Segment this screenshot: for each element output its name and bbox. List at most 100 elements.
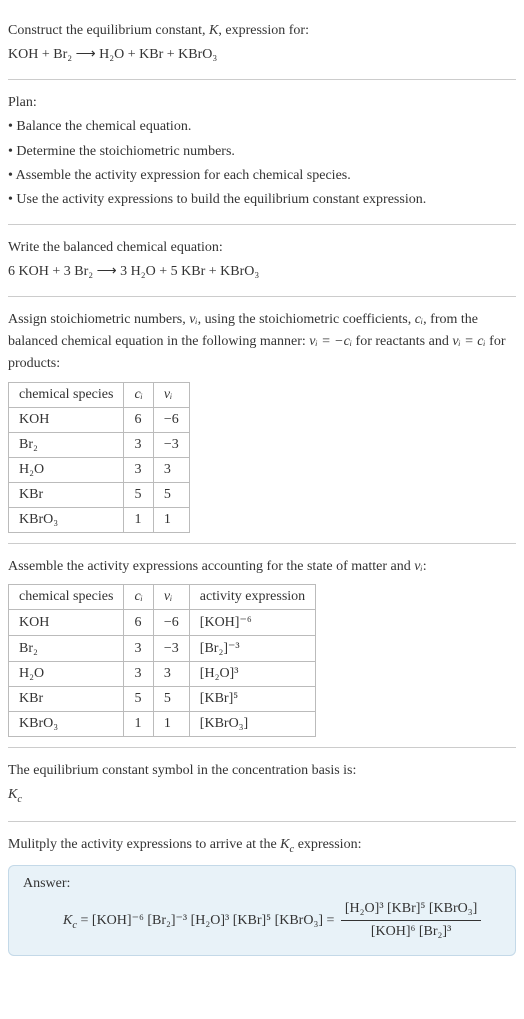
multiply-p1: Mulitply the activity expressions to arr…	[8, 837, 280, 852]
plan-b3: • Assemble the activity expression for e…	[8, 165, 516, 187]
cell-c: 3	[124, 457, 153, 482]
cell-c: 3	[124, 432, 153, 457]
multiply-p2: expression:	[294, 837, 361, 852]
activity-section: Assemble the activity expressions accoun…	[8, 544, 516, 747]
intro-text1b: , expression for:	[218, 23, 309, 38]
activity-p1: Assemble the activity expressions accoun…	[8, 559, 414, 574]
th-ci: cᵢ	[124, 585, 153, 610]
answer-label: Answer:	[23, 876, 501, 892]
plan-b1: • Balance the chemical equation.	[8, 116, 516, 138]
activity-p2: :	[423, 559, 427, 574]
cell-v: −3	[153, 636, 189, 662]
stoich-p2: , using the stoichiometric coefficients,	[198, 312, 415, 327]
cell-activity: [KOH]⁻⁶	[189, 610, 315, 636]
cell-c: 6	[124, 407, 153, 432]
th-activity: activity expression	[189, 585, 315, 610]
cell-species: KOH	[9, 610, 124, 636]
cell-v: −6	[153, 610, 189, 636]
cell-activity: [KBrO₃]	[189, 712, 315, 737]
cell-c: 5	[124, 482, 153, 507]
answer-box: Answer: Kc = [KOH]⁻⁶ [Br₂]⁻³ [H₂O]³ [KBr…	[8, 865, 516, 957]
table-row: Br₂3−3[Br₂]⁻³	[9, 636, 316, 662]
plan-title: Plan:	[8, 92, 516, 114]
th-species: chemical species	[9, 382, 124, 407]
table-row: KBr55[KBr]⁵	[9, 687, 316, 712]
cell-species: KOH	[9, 407, 124, 432]
cell-c: 3	[124, 662, 153, 687]
cell-species: H₂O	[9, 457, 124, 482]
th-nu: νᵢ	[153, 382, 189, 407]
th-ci: cᵢ	[124, 382, 153, 407]
stoich-nu: νᵢ	[189, 312, 197, 327]
multiply-K: K	[280, 837, 289, 852]
th-nu: νᵢ	[153, 585, 189, 610]
kc-symbol-section: The equilibrium constant symbol in the c…	[8, 748, 516, 821]
balanced-title: Write the balanced chemical equation:	[8, 237, 516, 259]
stoich-eq1: νᵢ = −cᵢ	[309, 334, 352, 349]
stoich-text: Assign stoichiometric numbers, νᵢ, using…	[8, 309, 516, 376]
cell-activity: [KBr]⁵	[189, 687, 315, 712]
table-row: KOH6−6[KOH]⁻⁶	[9, 610, 316, 636]
plan-b4: • Use the activity expressions to build …	[8, 189, 516, 211]
cell-v: 1	[153, 507, 189, 532]
answer-left: = [KOH]⁻⁶ [Br₂]⁻³ [H₂O]³ [KBr]⁵ [KBrO₃] …	[77, 913, 338, 928]
plan-section: Plan: • Balance the chemical equation. •…	[8, 80, 516, 224]
cell-species: KBr	[9, 482, 124, 507]
intro-section: Construct the equilibrium constant, K, e…	[8, 8, 516, 79]
cell-v: −3	[153, 432, 189, 457]
cell-activity: [Br₂]⁻³	[189, 636, 315, 662]
cell-v: 3	[153, 662, 189, 687]
balanced-section: Write the balanced chemical equation: 6 …	[8, 225, 516, 296]
table-header-row: chemical species cᵢ νᵢ activity expressi…	[9, 585, 316, 610]
cell-species: KBrO₃	[9, 712, 124, 737]
cell-c: 6	[124, 610, 153, 636]
intro-text1: Construct the equilibrium constant,	[8, 23, 209, 38]
plan-b2: • Determine the stoichiometric numbers.	[8, 141, 516, 163]
cell-species: H₂O	[9, 662, 124, 687]
cell-c: 3	[124, 636, 153, 662]
table-row: H₂O33	[9, 457, 190, 482]
table-row: KBrO₃11	[9, 507, 190, 532]
table-header-row: chemical species cᵢ νᵢ	[9, 382, 190, 407]
kc-symbol: Kc	[8, 784, 516, 809]
activity-table: chemical species cᵢ νᵢ activity expressi…	[8, 584, 316, 737]
activity-nu: νᵢ	[414, 559, 422, 574]
cell-species: KBrO₃	[9, 507, 124, 532]
table-row: KBr55	[9, 482, 190, 507]
cell-c: 1	[124, 712, 153, 737]
th-species: chemical species	[9, 585, 124, 610]
multiply-section: Mulitply the activity expressions to arr…	[8, 822, 516, 966]
kc-sub: c	[17, 794, 22, 805]
cell-v: 5	[153, 482, 189, 507]
table-row: Br₂3−3	[9, 432, 190, 457]
answer-num: [H₂O]³ [KBr]⁵ [KBrO₃]	[341, 898, 481, 921]
cell-species: Br₂	[9, 432, 124, 457]
cell-v: 5	[153, 687, 189, 712]
table-row: KBrO₃11[KBrO₃]	[9, 712, 316, 737]
kc-K: K	[8, 787, 17, 802]
cell-activity: [H₂O]³	[189, 662, 315, 687]
answer-K: K	[63, 913, 72, 928]
cell-c: 1	[124, 507, 153, 532]
stoich-eq2: νᵢ = cᵢ	[452, 334, 485, 349]
cell-v: 3	[153, 457, 189, 482]
stoich-p1: Assign stoichiometric numbers,	[8, 312, 189, 327]
stoich-ci: cᵢ	[415, 312, 423, 327]
table-row: H₂O33[H₂O]³	[9, 662, 316, 687]
balanced-eq: 6 KOH + 3 Br₂ ⟶ 3 H₂O + 5 KBr + KBrO₃	[8, 261, 516, 283]
cell-c: 5	[124, 687, 153, 712]
stoich-section: Assign stoichiometric numbers, νᵢ, using…	[8, 297, 516, 543]
kc-symbol-text: The equilibrium constant symbol in the c…	[8, 760, 516, 782]
intro-reaction: KOH + Br₂ ⟶ H₂O + KBr + KBrO₃	[8, 44, 516, 66]
cell-v: 1	[153, 712, 189, 737]
answer-equation: Kc = [KOH]⁻⁶ [Br₂]⁻³ [H₂O]³ [KBr]⁵ [KBrO…	[23, 898, 501, 944]
stoich-table: chemical species cᵢ νᵢ KOH6−6 Br₂3−3 H₂O…	[8, 382, 190, 533]
answer-den: [KOH]⁶ [Br₂]³	[341, 921, 481, 943]
multiply-text: Mulitply the activity expressions to arr…	[8, 834, 516, 859]
table-row: KOH6−6	[9, 407, 190, 432]
activity-text: Assemble the activity expressions accoun…	[8, 556, 516, 578]
cell-species: KBr	[9, 687, 124, 712]
answer-fraction: [H₂O]³ [KBr]⁵ [KBrO₃][KOH]⁶ [Br₂]³	[341, 898, 481, 944]
cell-species: Br₂	[9, 636, 124, 662]
cell-v: −6	[153, 407, 189, 432]
